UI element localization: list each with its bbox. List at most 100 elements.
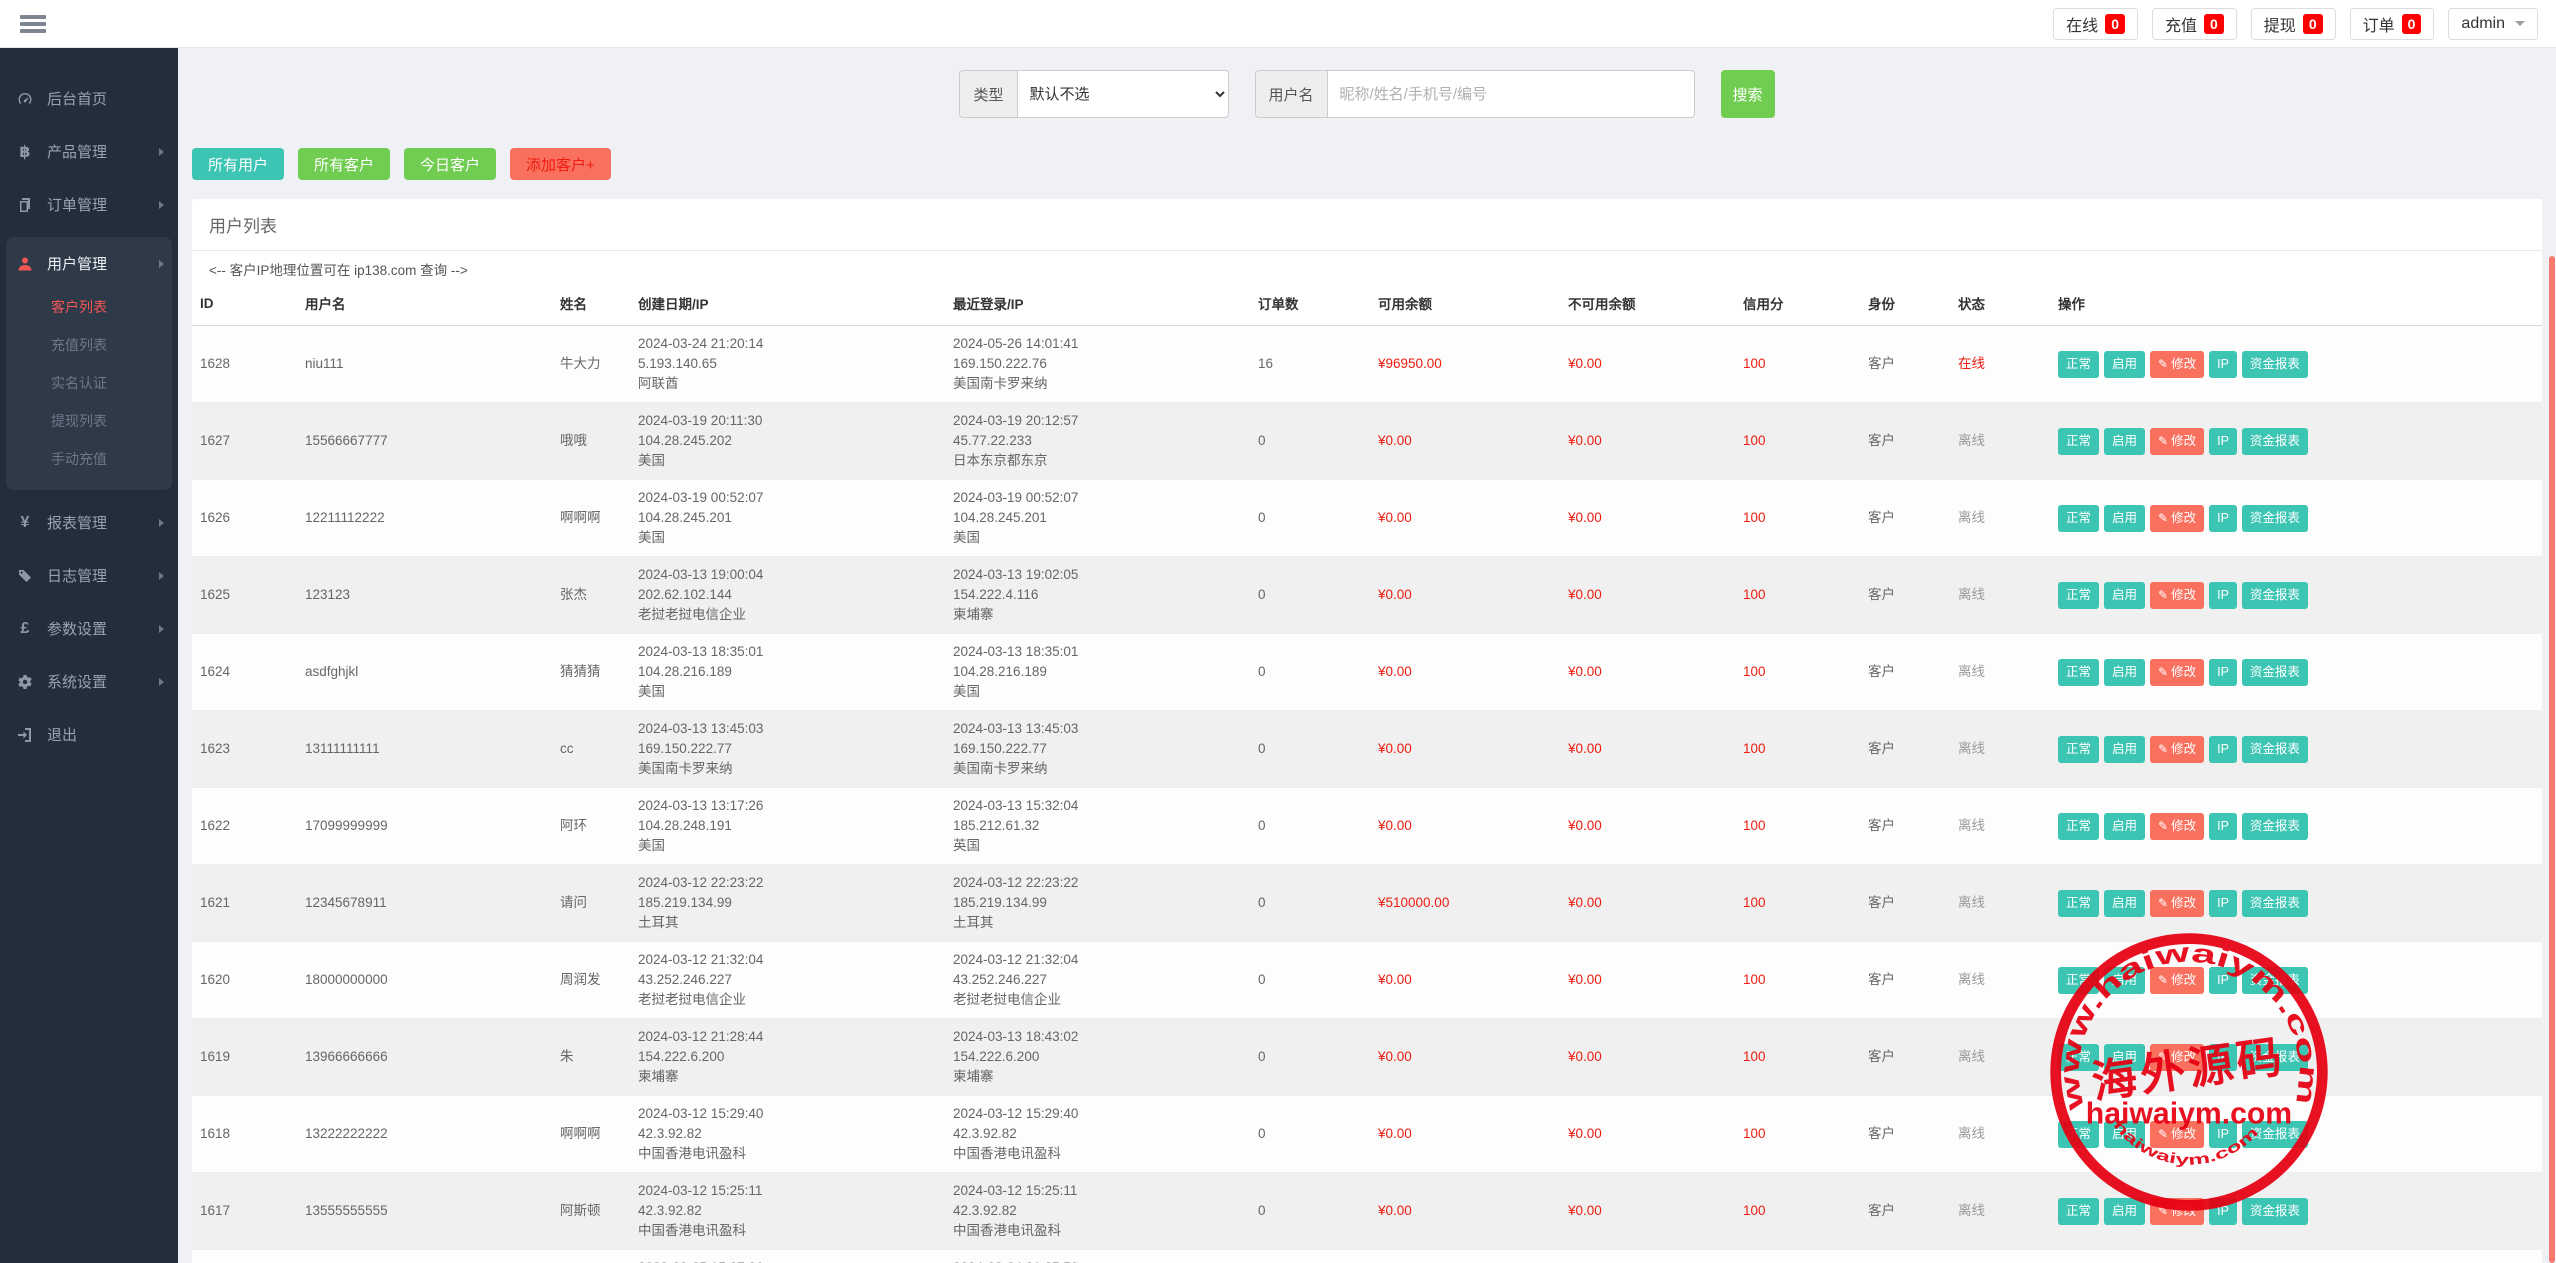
sidebar-item-users[interactable]: 用户管理 xyxy=(6,239,172,288)
enable-button[interactable]: 启用 xyxy=(2104,1198,2145,1225)
ip-button[interactable]: IP xyxy=(2209,967,2237,994)
sidebar-item-logout[interactable]: 退出 xyxy=(0,708,178,761)
funds-report-button[interactable]: 资金报表 xyxy=(2242,659,2308,686)
normal-status-button[interactable]: 正常 xyxy=(2058,505,2099,532)
sidebar-item-params[interactable]: £参数设置 xyxy=(0,602,178,655)
topbar-stat-recharge[interactable]: 充值0 xyxy=(2152,8,2237,40)
edit-button[interactable]: ✎修改 xyxy=(2150,967,2204,994)
enable-button[interactable]: 启用 xyxy=(2104,1044,2145,1071)
topbar-stat-online[interactable]: 在线0 xyxy=(2053,8,2138,40)
username-cell: 13555555555 xyxy=(297,1173,552,1250)
ip-button[interactable]: IP xyxy=(2209,505,2237,532)
normal-status-button[interactable]: 正常 xyxy=(2058,351,2099,378)
normal-status-button[interactable]: 正常 xyxy=(2058,1044,2099,1071)
search-button[interactable]: 搜索 xyxy=(1721,70,1775,118)
created-cell: 2024-03-24 21:20:145.193.140.65阿联酋 xyxy=(630,326,945,403)
unavailable-balance-cell: ¥0.00 xyxy=(1560,788,1735,865)
sidebar-item-logs[interactable]: 日志管理 xyxy=(0,549,178,602)
enable-button[interactable]: 启用 xyxy=(2104,736,2145,763)
enable-button[interactable]: 启用 xyxy=(2104,351,2145,378)
detail-line: 2024-03-19 00:52:07 xyxy=(638,488,937,508)
admin-menu[interactable]: admin xyxy=(2448,8,2538,40)
edit-button[interactable]: ✎修改 xyxy=(2150,736,2204,763)
role-cell: 客户 xyxy=(1860,326,1950,403)
funds-report-button[interactable]: 资金报表 xyxy=(2242,1198,2308,1225)
funds-report-button[interactable]: 资金报表 xyxy=(2242,890,2308,917)
menu-toggle-icon[interactable] xyxy=(18,8,48,40)
username-input[interactable] xyxy=(1327,70,1695,118)
funds-report-button[interactable]: 资金报表 xyxy=(2242,505,2308,532)
edit-button[interactable]: ✎修改 xyxy=(2150,890,2204,917)
ip-button[interactable]: IP xyxy=(2209,1044,2237,1071)
type-select[interactable]: 默认不选 xyxy=(1017,70,1229,118)
detail-line: 美国 xyxy=(638,682,937,702)
funds-report-button[interactable]: 资金报表 xyxy=(2242,813,2308,840)
actions-cell: 正常启用✎修改IP资金报表 xyxy=(2050,557,2542,634)
normal-status-button[interactable]: 正常 xyxy=(2058,1121,2099,1148)
ip-button[interactable]: IP xyxy=(2209,736,2237,763)
ip-button[interactable]: IP xyxy=(2209,1198,2237,1225)
edit-button[interactable]: ✎修改 xyxy=(2150,659,2204,686)
sidebar-item-manual-recharge[interactable]: 手动充值 xyxy=(6,440,172,478)
topbar-stat-order[interactable]: 订单0 xyxy=(2350,8,2435,40)
edit-button[interactable]: ✎修改 xyxy=(2150,813,2204,840)
enable-button[interactable]: 启用 xyxy=(2104,967,2145,994)
normal-status-button[interactable]: 正常 xyxy=(2058,967,2099,994)
funds-report-button[interactable]: 资金报表 xyxy=(2242,1121,2308,1148)
ip-button[interactable]: IP xyxy=(2209,428,2237,455)
sidebar-item-realname-auth[interactable]: 实名认证 xyxy=(6,364,172,402)
ip-button[interactable]: IP xyxy=(2209,659,2237,686)
normal-status-button[interactable]: 正常 xyxy=(2058,890,2099,917)
edit-button[interactable]: ✎修改 xyxy=(2150,505,2204,532)
sidebar-item-orders[interactable]: 订单管理 xyxy=(0,178,178,231)
add-customer-button[interactable]: 添加客户+ xyxy=(510,148,611,180)
sidebar-item-recharge-list[interactable]: 充值列表 xyxy=(6,326,172,364)
sidebar-item-withdraw-list[interactable]: 提现列表 xyxy=(6,402,172,440)
ip-button[interactable]: IP xyxy=(2209,813,2237,840)
sidebar-item-customer-list[interactable]: 客户列表 xyxy=(6,288,172,326)
unavailable-balance-cell: ¥0.00 xyxy=(1560,480,1735,557)
enable-button[interactable]: 启用 xyxy=(2104,659,2145,686)
sidebar-item-dashboard[interactable]: 后台首页 xyxy=(0,72,178,125)
ip-button[interactable]: IP xyxy=(2209,1121,2237,1148)
normal-status-button[interactable]: 正常 xyxy=(2058,813,2099,840)
enable-button[interactable]: 启用 xyxy=(2104,582,2145,609)
normal-status-button[interactable]: 正常 xyxy=(2058,428,2099,455)
edit-button[interactable]: ✎修改 xyxy=(2150,351,2204,378)
normal-status-button[interactable]: 正常 xyxy=(2058,659,2099,686)
sidebar-item-products[interactable]: ฿产品管理 xyxy=(0,125,178,178)
edit-button[interactable]: ✎修改 xyxy=(2150,1198,2204,1225)
enable-button[interactable]: 启用 xyxy=(2104,813,2145,840)
normal-status-button[interactable]: 正常 xyxy=(2058,582,2099,609)
sidebar-item-system[interactable]: 系统设置 xyxy=(0,655,178,708)
normal-status-button[interactable]: 正常 xyxy=(2058,1198,2099,1225)
funds-report-button[interactable]: 资金报表 xyxy=(2242,1044,2308,1071)
edit-button[interactable]: ✎修改 xyxy=(2150,1121,2204,1148)
ip-button[interactable]: IP xyxy=(2209,890,2237,917)
today-customers-button[interactable]: 今日客户 xyxy=(404,148,496,180)
ip-button[interactable]: IP xyxy=(2209,351,2237,378)
ip-button[interactable]: IP xyxy=(2209,582,2237,609)
funds-report-button[interactable]: 资金报表 xyxy=(2242,582,2308,609)
last-login-cell: 2024-03-13 15:32:04185.212.61.32英国 xyxy=(945,788,1250,865)
enable-button[interactable]: 启用 xyxy=(2104,505,2145,532)
all-users-button[interactable]: 所有用户 xyxy=(192,148,284,180)
scrollbar-thumb[interactable] xyxy=(2549,256,2555,1263)
status-cell: 离线 xyxy=(1950,403,2050,480)
all-customers-button[interactable]: 所有客户 xyxy=(298,148,390,180)
edit-button[interactable]: ✎修改 xyxy=(2150,1044,2204,1071)
topbar-stat-withdraw[interactable]: 提现0 xyxy=(2251,8,2336,40)
funds-report-button[interactable]: 资金报表 xyxy=(2242,351,2308,378)
table-row: 1628niu111牛大力2024-03-24 21:20:145.193.14… xyxy=(192,326,2542,403)
enable-button[interactable]: 启用 xyxy=(2104,428,2145,455)
funds-report-button[interactable]: 资金报表 xyxy=(2242,736,2308,763)
funds-report-button[interactable]: 资金报表 xyxy=(2242,428,2308,455)
credit-cell: 100 xyxy=(1735,557,1860,634)
enable-button[interactable]: 启用 xyxy=(2104,1121,2145,1148)
sidebar-item-reports[interactable]: ¥报表管理 xyxy=(0,496,178,549)
edit-button[interactable]: ✎修改 xyxy=(2150,582,2204,609)
edit-button[interactable]: ✎修改 xyxy=(2150,428,2204,455)
normal-status-button[interactable]: 正常 xyxy=(2058,736,2099,763)
enable-button[interactable]: 启用 xyxy=(2104,890,2145,917)
funds-report-button[interactable]: 资金报表 xyxy=(2242,967,2308,994)
